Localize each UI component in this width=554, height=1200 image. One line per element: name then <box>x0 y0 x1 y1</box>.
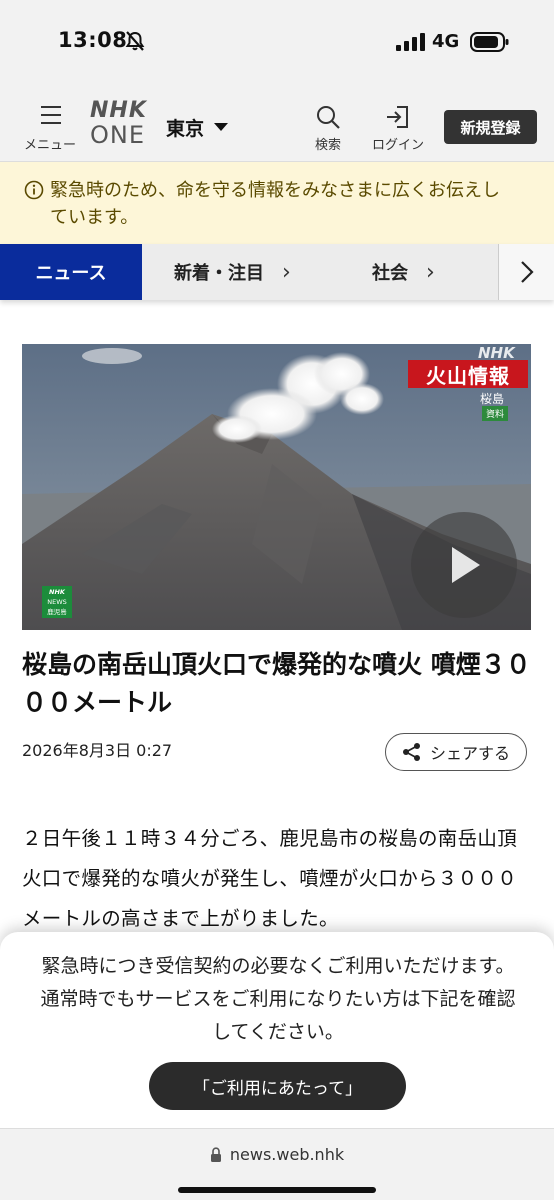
signal-icon <box>396 33 425 51</box>
tab-society[interactable]: 社会 › <box>372 244 435 300</box>
notice-text: 緊急時のため、命を守る情報をみなさまに広くお伝えしています。 <box>50 180 500 228</box>
image-overlay-title: 火山情報 <box>408 360 528 388</box>
tab-society-label: 社会 <box>372 263 408 284</box>
badge-top: NHK <box>49 588 65 596</box>
share-button[interactable]: シェアする <box>385 733 527 771</box>
lock-icon <box>210 1146 221 1162</box>
status-time: 13:08 <box>58 28 128 52</box>
tab-news[interactable]: ニュース <box>0 244 142 300</box>
category-nav: ニュース 新着・注目 › 社会 › <box>0 244 554 300</box>
status-bar: 13:08 4G <box>0 0 554 84</box>
nhk-one-logo[interactable]: NHK ONE <box>90 100 160 152</box>
region-select[interactable]: 東京 <box>166 114 229 140</box>
search-label: 検索 <box>314 138 341 153</box>
caret-down-icon <box>214 123 229 131</box>
badge-bot: 鹿児島 <box>47 608 67 616</box>
menu-button[interactable]: メニュー <box>18 102 82 153</box>
chevron-right-icon <box>520 261 534 283</box>
browser-url-bar[interactable]: news.web.nhk <box>0 1128 554 1200</box>
share-label: シェアする <box>429 744 510 763</box>
article-video-thumbnail[interactable]: NHK 火山情報 桜島 資料 NHK NEWS 鹿児島 <box>22 344 531 630</box>
search-icon <box>317 106 340 129</box>
battery-icon <box>470 32 509 52</box>
url-display[interactable]: news.web.nhk <box>0 1145 554 1164</box>
nhk-news-badge: NHK NEWS 鹿児島 <box>42 586 72 618</box>
image-overlay-location: 桜島 <box>480 392 505 406</box>
bell-slash-icon <box>125 31 145 51</box>
register-button[interactable]: 新規登録 <box>444 110 537 144</box>
image-overlay-tag: 資料 <box>482 406 509 421</box>
chevron-right-icon: › <box>426 259 435 285</box>
home-indicator <box>178 1187 376 1193</box>
login-label: ログイン <box>371 138 424 153</box>
nav-scroll-right-button[interactable] <box>498 244 554 300</box>
url-text: news.web.nhk <box>229 1145 345 1164</box>
badge-mid: NEWS <box>47 598 67 606</box>
info-icon <box>24 180 44 200</box>
usage-terms-button[interactable]: 「ご利用にあたって」 <box>149 1062 406 1110</box>
usage-bottom-sheet: 緊急時につき受信契約の必要なくご利用いただけます。通常時でもサービスをご利用にな… <box>0 932 554 1128</box>
article-body: ２日午後１１時３４分ごろ、鹿児島市の桜島の南岳山頂火口で爆発的な噴火が発生し、噴… <box>22 827 518 930</box>
article-headline: 桜島の南岳山頂火口で爆発的な噴火 噴煙３０００メートル <box>22 650 531 717</box>
site-header: メニュー NHK ONE 東京 検索 ログイン 新規登録 <box>0 84 554 162</box>
search-button[interactable]: 検索 <box>304 104 352 154</box>
article-timestamp: 2026年8月3日 0:27 <box>22 741 173 760</box>
emergency-notice: 緊急時のため、命を守る情報をみなさまに広くお伝えしています。 <box>0 162 554 244</box>
login-icon <box>387 106 408 128</box>
region-label: 東京 <box>166 117 205 140</box>
menu-label: メニュー <box>23 138 76 153</box>
share-icon <box>402 743 420 761</box>
hamburger-icon <box>41 106 61 124</box>
tab-latest[interactable]: 新着・注目 › <box>174 244 291 300</box>
play-icon <box>452 547 480 583</box>
chevron-right-icon: › <box>282 259 291 285</box>
play-button[interactable] <box>411 512 517 618</box>
tab-latest-label: 新着・注目 <box>174 263 264 284</box>
login-button[interactable]: ログイン <box>368 104 428 154</box>
network-label: 4G <box>432 31 460 52</box>
sheet-message: 緊急時につき受信契約の必要なくご利用いただけます。通常時でもサービスをご利用にな… <box>40 955 516 1043</box>
